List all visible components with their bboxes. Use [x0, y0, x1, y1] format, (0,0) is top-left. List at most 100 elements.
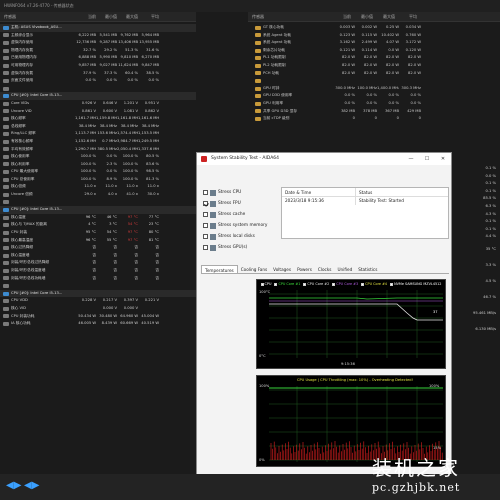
stress-option[interactable]: Stress cache [203, 209, 277, 220]
sensor-row[interactable] [0, 85, 196, 93]
column-current[interactable]: 当前 [75, 12, 96, 21]
taskbar-arrows-icon-2[interactable]: ◀▶ [24, 480, 39, 494]
sensor-row[interactable]: GT 核心功耗 0.003 W 0.002 W 0.25 W 0.034 W [252, 24, 452, 32]
tab-unified[interactable]: Unified [334, 265, 355, 273]
sensor-row[interactable]: 核心利用率 100.0 % 2.3 % 100.0 % 83.6 % [0, 161, 196, 169]
sensor-row[interactable]: Ring/LLC 频率 1,113.7 MHz 153.6 MHz 1,574.4 M… [0, 130, 196, 138]
sensor-row[interactable]: CPU VDD 0.228 V 0.217 V 0.397 V 0.221 V [0, 297, 196, 305]
sensor-row[interactable]: CPU 封装功耗 50.434 W 30.480 W 64.960 W 45.004 W [0, 313, 196, 321]
sensor-row[interactable]: 核心倍频 11.0 x 11.0 x 11.0 x 11.0 x [0, 183, 196, 191]
sensor-row[interactable]: Core VIDs 0.926 V 0.646 V 1.201 V 0.951 V [0, 100, 196, 108]
sensor-row[interactable]: 当前 cTDP 级别 0 0 0 0 [252, 115, 452, 123]
sensor-row[interactable]: CPU 封装 95 °C 54 °C 97 °C 80 °C [0, 229, 196, 237]
tab-voltages[interactable]: Voltages [270, 265, 294, 273]
sensor-row[interactable]: 可用物理内存 9,857 MB 9,027 MB 11,624 MB 9,847 MB [0, 62, 196, 70]
sensor-row[interactable]: PL1 功耗限制 82.0 W 82.0 W 82.0 W 82.0 W [252, 54, 452, 62]
sensor-row[interactable]: 共享 GPU D3D 显存 382 MB 378 MB 367 MB 429 MB [252, 108, 452, 116]
sensor-row[interactable]: GPU 利用率 0.0 % 0.0 % 0.0 % 0.0 % [252, 100, 452, 108]
stress-checkbox[interactable] [203, 223, 208, 228]
log-row[interactable]: 2023/3/18 9:15:36 Stability Test: Starte… [282, 197, 448, 205]
stress-checkbox[interactable] [203, 201, 208, 206]
sensor-row[interactable]: 物理内存负载 32.7 % 29.2 % 51.3 % 31.6 % [0, 47, 196, 55]
log-header-status[interactable]: Status [356, 188, 372, 196]
sensor-row[interactable]: 核心最高温度 96 °C 55 °C 97 °C 81 °C [0, 237, 196, 245]
sensor-row[interactable]: 剩余芯片功耗 0.121 W 0.114 W 0.0 W 0.120 W [252, 47, 452, 55]
maximize-button[interactable]: ☐ [419, 153, 435, 165]
stress-option[interactable]: Stress system memory [203, 220, 277, 231]
sensor-row[interactable]: Uncore VID 0.861 V 0.600 V 1.081 V 0.862 V [0, 108, 196, 116]
sensor-row[interactable] [0, 282, 196, 290]
legend-item[interactable]: CPU [260, 280, 271, 288]
column-current-right[interactable]: 当前 [329, 12, 351, 21]
legend-item[interactable]: CPU Core #1 [274, 280, 300, 288]
legend-checkbox[interactable] [390, 282, 394, 286]
sensor-row[interactable]: 虚拟内存使用 12,736 MB 9,287 MB 13,406 MB 13,955 M… [0, 39, 196, 47]
legend-item[interactable]: CPU Core #4 [361, 280, 387, 288]
stress-checkbox[interactable] [203, 190, 208, 195]
legend-item[interactable]: CPU Core #2 [303, 280, 329, 288]
column-avg[interactable]: 平均 [138, 12, 159, 21]
sensor-row[interactable]: GPU D3D 使用率 0.0 % 0.0 % 0.0 % 0.0 % [252, 92, 452, 100]
sensor-row[interactable]: PL2 功耗限制 82.0 W 82.0 W 82.0 W 82.0 W [252, 62, 452, 70]
sensor-group-row[interactable]: CPU [#0]: Intel Core i5-13... [0, 92, 196, 100]
sensor-row[interactable]: 主频综合显示 6,222 MB 5,541 MB 9,762 MB 5,964 MB [0, 32, 196, 40]
stress-option[interactable]: Stress FPU [203, 198, 277, 209]
column-max-right[interactable]: 最大值 [373, 12, 395, 21]
right-sensor-list[interactable]: GT 核心功耗 0.003 W 0.002 W 0.25 W 0.034 W 系统 Age… [252, 24, 452, 144]
tab-cooling-fans[interactable]: Cooling Fans [238, 265, 270, 273]
column-min-right[interactable]: 最小值 [351, 12, 373, 21]
sensor-row[interactable]: 已使用物理内存 6,888 MB 5,990 MB 9,810 MB 6,270 MB [0, 54, 196, 62]
sensor-row[interactable]: IA 核心功耗 46.005 W 8.439 W 60.669 W 40.519 W [0, 320, 196, 328]
taskbar-arrows-icon[interactable]: ◀▶ [6, 480, 21, 494]
legend-item[interactable]: CPU Core #3 [332, 280, 358, 288]
minimize-button[interactable]: — [403, 153, 419, 165]
sensor-row[interactable]: 核心频率 1,161.7 MHz 1,159.8 MHz 1,161.8 MHz 1,1… [0, 115, 196, 123]
sensor-row[interactable]: 平均有效频率 1,290.7 MHz 380.5 MHz 2,050.4 MHz 1,3… [0, 146, 196, 154]
column-max[interactable]: 最大值 [117, 12, 138, 21]
tab-powers[interactable]: Powers [294, 265, 315, 273]
close-button[interactable]: ✕ [435, 153, 451, 165]
tab-clocks[interactable]: Clocks [315, 265, 335, 273]
sensor-row[interactable]: 核心使用率 100.0 % 0.0 % 100.0 % 80.5 % [0, 153, 196, 161]
sensor-row[interactable]: 系统 Agent 功耗 0.123 W 0.115 W 10.402 W 0.760 W [252, 32, 452, 40]
sensor-row[interactable]: 系统 Agent 功耗 3.162 W 2.499 W 4.07 W 3.172 W [252, 39, 452, 47]
sensor-row[interactable]: 核心过热降频 否 否 否 否 [0, 244, 196, 252]
left-sensor-list[interactable]: 主机: ASUS Vivobook_ASU... 主频综合显示 6,222 MB 5,… [0, 24, 196, 472]
legend-checkbox[interactable] [274, 282, 278, 286]
sensor-row[interactable]: 核心与 TjMAX 的距离 4 °C 3 °C 54 °C 23 °C [0, 221, 196, 229]
stress-checkbox[interactable] [203, 234, 208, 239]
legend-checkbox[interactable] [303, 282, 307, 286]
sensor-row[interactable]: 封装/环形总线过热降频 否 否 否 否 [0, 259, 196, 267]
sensor-row[interactable]: 核心 VID 0.000 V 0.000 V [0, 305, 196, 313]
sensor-row[interactable]: 总线频率 38.4 MHz 38.4 MHz 38.4 MHz 38.4 MHz [0, 123, 196, 131]
sensor-row[interactable] [252, 77, 452, 85]
column-sensor[interactable]: 传感器 [0, 12, 75, 21]
log-header-time[interactable]: Date & Time [282, 188, 356, 196]
sensor-row[interactable]: CPU 总使用率 100.0 % 8.9 % 100.0 % 81.3 % [0, 176, 196, 184]
sensor-row[interactable]: 封装/环形总线功耗墙 否 否 否 否 [0, 275, 196, 283]
dialog-title-bar[interactable]: System Stability Test - AIDA64 — ☐ ✕ [197, 153, 451, 165]
stress-checkbox[interactable] [203, 245, 208, 250]
legend-checkbox[interactable] [361, 282, 365, 286]
sensor-group-row[interactable]: CPU [#0]: Intel Core i5-13... [0, 289, 196, 298]
sensor-row[interactable]: 封装/环形总线温度墙 否 否 否 否 [0, 267, 196, 275]
tab-statistics[interactable]: Statistics [355, 265, 380, 273]
sensor-row[interactable]: PCH 功耗 82.0 W 82.0 W 82.0 W 82.0 W [252, 70, 452, 78]
sensor-row[interactable]: 核心温度墙 否 否 否 否 [0, 252, 196, 260]
sensor-row[interactable] [0, 199, 196, 207]
sensor-row[interactable]: 虚拟内存负载 37.9 % 37.3 % 60.4 % 38.5 % [0, 70, 196, 78]
sensor-row[interactable]: 核心温度 96 °C 46 °C 97 °C 77 °C [0, 214, 196, 222]
stress-option[interactable]: Stress GPU(s) [203, 242, 277, 253]
sensor-row[interactable]: CPU 最大使用率 100.0 % 0.0 % 100.0 % 98.5 % [0, 168, 196, 176]
sensor-group-row[interactable]: CPU [#0]: Intel Core i5-13... [0, 206, 196, 214]
tab-temperatures[interactable]: Temperatures [201, 265, 238, 273]
sensor-group-row[interactable]: 主机: ASUS Vivobook_ASU... [0, 24, 196, 32]
sensor-row[interactable]: 有效核心频率 1,152.6 MHz 0.7 MHz 3,984.7 MHz 1,249… [0, 138, 196, 146]
column-min[interactable]: 最小值 [96, 12, 117, 21]
stress-checkbox[interactable] [203, 212, 208, 217]
legend-checkbox[interactable] [332, 282, 336, 286]
sensor-row[interactable]: 页面文件使用 0.0 % 0.0 % 0.0 % 0.0 % [0, 77, 196, 85]
legend-checkbox[interactable] [260, 282, 264, 286]
stress-option[interactable]: Stress CPU [203, 187, 277, 198]
stress-option[interactable]: Stress local disks [203, 231, 277, 242]
